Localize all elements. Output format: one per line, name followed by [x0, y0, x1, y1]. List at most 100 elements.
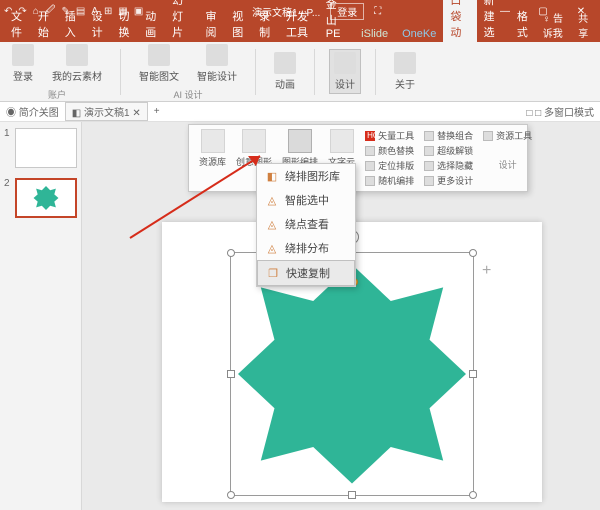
- thumbnail-slide: [15, 128, 77, 168]
- cloud-icon: [66, 44, 88, 66]
- arrange-icon: [288, 129, 312, 153]
- ribbon-tabs: 文件 开始 插入 设计 切换 动画 幻灯片 审阅 视图 录制 开发工具 金山PE…: [0, 22, 600, 42]
- multiwindow-button[interactable]: □ □ 多窗口模式: [526, 104, 594, 119]
- random-arrange-button[interactable]: 随机编排: [365, 174, 414, 187]
- restore-icon[interactable]: ⛶: [374, 6, 381, 17]
- qat-box-icon[interactable]: ▣: [134, 6, 143, 17]
- tab-view[interactable]: 视图: [225, 6, 252, 42]
- tab-onekey[interactable]: OneKe: [395, 26, 443, 42]
- tab-slideshow[interactable]: 幻灯片: [165, 0, 198, 42]
- ribbon-group-ai: 智能图文 智能设计 AI 设计: [135, 42, 241, 101]
- tab-review[interactable]: 审阅: [198, 6, 225, 42]
- color-replace-button[interactable]: 颜色替换: [365, 144, 414, 157]
- wrap-view-icon: ◬: [265, 217, 279, 231]
- select-hide-button[interactable]: 选择隐藏: [424, 159, 473, 172]
- replace-combo-button[interactable]: 替换组合: [424, 129, 473, 142]
- smart-image-icon: [148, 44, 170, 66]
- vector-tools-button[interactable]: HOT矢量工具: [365, 129, 414, 142]
- menu-wrap-view[interactable]: ◬绕点查看: [257, 212, 355, 236]
- add-tab-icon[interactable]: +: [154, 106, 160, 117]
- menu-quick-copy[interactable]: ❐快速复制: [257, 260, 355, 286]
- toolbar-mid-column: HOT矢量工具 颜色替换 定位排版 随机编排: [361, 129, 418, 187]
- position-layout-button[interactable]: 定位排版: [365, 159, 414, 172]
- group-label-account: 账户: [48, 88, 66, 101]
- design-button[interactable]: 设计: [329, 49, 361, 94]
- resize-handle-se[interactable]: [469, 491, 477, 499]
- tab-pocket[interactable]: 口袋动: [443, 0, 476, 42]
- smart-design-icon: [206, 44, 228, 66]
- smart-design-button[interactable]: 智能设计: [193, 42, 241, 85]
- hot-badge: HOT: [365, 131, 375, 141]
- copy-icon: ❐: [266, 266, 280, 280]
- tell-me[interactable]: ♀ 告诉我: [537, 8, 573, 42]
- hide-icon: [424, 161, 434, 171]
- tab-format[interactable]: 格式: [510, 6, 537, 42]
- creative-icon: [242, 129, 266, 153]
- smart-select-icon: ◬: [265, 193, 279, 207]
- qat-pen-icon[interactable]: ✎: [62, 6, 70, 17]
- thumbnail-number: 2: [4, 178, 12, 218]
- separator: [255, 49, 256, 95]
- thumbnail-1[interactable]: 1: [4, 128, 77, 168]
- qat-table-icon[interactable]: ▦: [118, 6, 127, 17]
- separator: [314, 49, 315, 95]
- menu-smart-select[interactable]: ◬智能选中: [257, 188, 355, 212]
- tab-developer[interactable]: 开发工具: [279, 6, 319, 42]
- qat-edit-icon[interactable]: 🖉: [45, 3, 56, 20]
- floating-toolbar: 资源库 创意图形 图形编排 文字云 HOT矢量工具 颜色替换 定位排版 随机编排…: [188, 124, 528, 192]
- resource-lib-button[interactable]: 资源库: [195, 129, 230, 187]
- toolbar-right-column: 替换组合 超级解锁 选择隐藏 更多设计: [420, 129, 477, 187]
- resize-handle-s[interactable]: [348, 491, 356, 499]
- animation-button[interactable]: 动画: [270, 50, 300, 93]
- add-shape-icon[interactable]: +: [482, 262, 491, 280]
- menu-wrap-shape-lib[interactable]: ◧绕排图形库: [257, 164, 355, 188]
- resize-handle-w[interactable]: [227, 370, 235, 378]
- design-icon: [334, 52, 356, 74]
- wrap-dist-icon: ◬: [265, 241, 279, 255]
- tab-newtab[interactable]: 新建选: [477, 0, 510, 42]
- resource-tools-button[interactable]: 资源工具: [483, 129, 532, 142]
- random-icon: [365, 176, 375, 186]
- resize-handle-nw[interactable]: [227, 249, 235, 257]
- super-unlock-button[interactable]: 超级解锁: [424, 144, 473, 157]
- wordcloud-icon: [330, 129, 354, 153]
- tab-islide[interactable]: iSlide: [354, 26, 395, 42]
- tab-record[interactable]: 录制: [252, 6, 279, 42]
- cloud-assets-button[interactable]: 我的云素材: [48, 42, 106, 85]
- qat-redo-icon[interactable]: ↷: [18, 6, 26, 17]
- doc-tab[interactable]: ◧ 演示文稿1 ✕: [65, 102, 148, 121]
- qat-home-icon[interactable]: ⌂: [33, 6, 39, 17]
- restool-icon: [483, 131, 493, 141]
- login-ribbon-button[interactable]: 登录: [8, 42, 38, 85]
- qat-text-icon[interactable]: A: [91, 6, 98, 17]
- separator: [120, 49, 121, 95]
- tab-wps[interactable]: 金山PE: [319, 0, 354, 42]
- toolbar-far-column: 资源工具 设计: [479, 129, 536, 187]
- resource-icon: [201, 129, 225, 153]
- about-button[interactable]: 关于: [390, 50, 420, 93]
- qat-undo-icon[interactable]: ↶: [4, 6, 12, 17]
- arrange-dropdown-menu: ◧绕排图形库 ◬智能选中 ◬绕点查看 ◬绕排分布 ❐快速复制: [256, 163, 356, 287]
- resize-handle-ne[interactable]: [469, 249, 477, 257]
- selection-box[interactable]: [230, 252, 474, 496]
- separator: [375, 49, 376, 95]
- ribbon-group-account: 登录 我的云素材 账户: [8, 42, 106, 101]
- qat-grid-icon[interactable]: ⊞: [104, 6, 112, 17]
- breadcrumb[interactable]: ◉ 简介关图: [6, 104, 59, 119]
- resize-handle-e[interactable]: [469, 370, 477, 378]
- about-icon: [394, 52, 416, 74]
- group-label-ai: AI 设计: [173, 88, 202, 101]
- thumbnail-slide: [15, 178, 77, 218]
- document-tab-bar: ◉ 简介关图 ◧ 演示文稿1 ✕ + □ □ 多窗口模式: [0, 102, 600, 122]
- thumbnail-2[interactable]: 2: [4, 178, 77, 218]
- smart-image-button[interactable]: 智能图文: [135, 42, 183, 85]
- ribbon: 登录 我的云素材 账户 智能图文 智能设计 AI 设计 动画 设计 关于: [0, 42, 600, 102]
- animation-icon: [274, 52, 296, 74]
- position-icon: [365, 161, 375, 171]
- resize-handle-sw[interactable]: [227, 491, 235, 499]
- unlock-icon: [424, 146, 434, 156]
- more-design-button[interactable]: 更多设计: [424, 174, 473, 187]
- qat-list-icon[interactable]: ▤: [76, 6, 85, 17]
- menu-wrap-distribute[interactable]: ◬绕排分布: [257, 236, 355, 260]
- share-button[interactable]: 共享: [572, 8, 596, 42]
